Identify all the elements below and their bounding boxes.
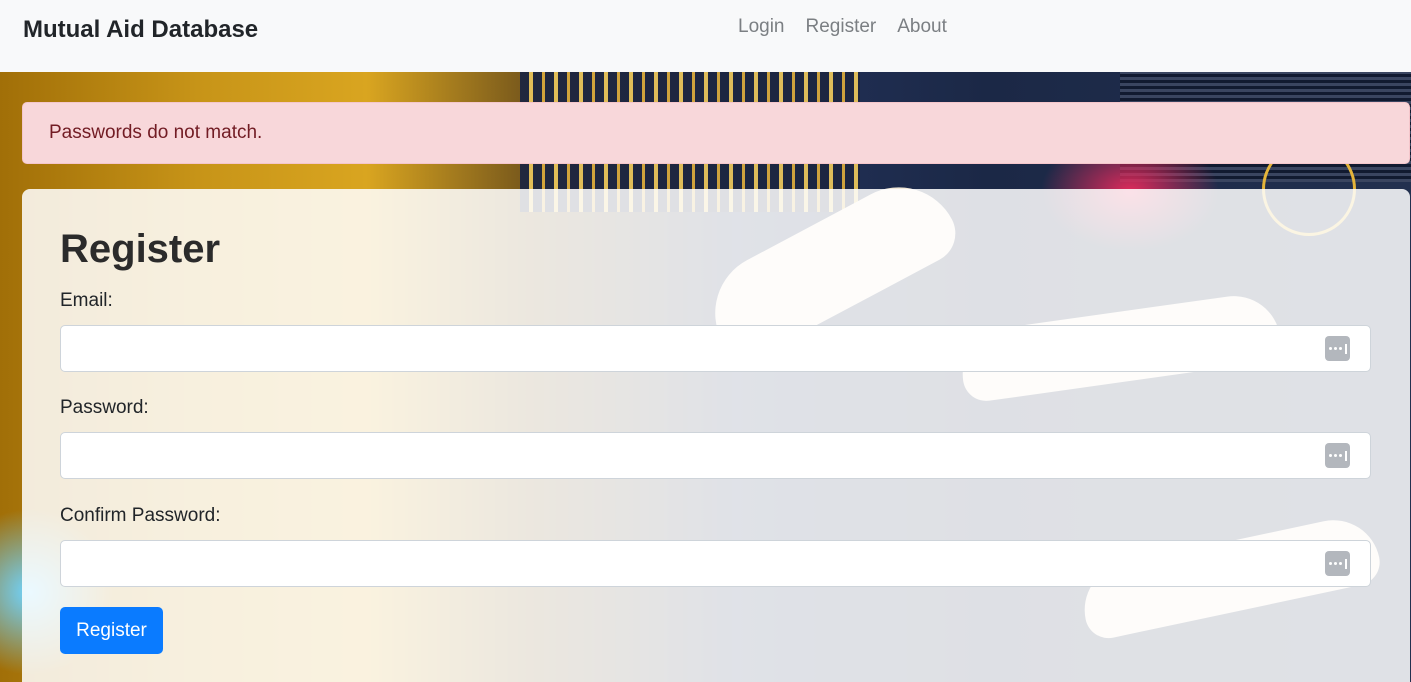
password-field[interactable] <box>60 432 1371 479</box>
error-alert: Passwords do not match. <box>22 102 1410 164</box>
nav-links: Login Register About <box>738 16 947 38</box>
top-navbar: Mutual Aid Database Login Register About <box>0 0 1411 72</box>
error-alert-message: Passwords do not match. <box>49 122 263 143</box>
email-field[interactable] <box>60 325 1371 372</box>
brand-link[interactable]: Mutual Aid Database <box>23 16 258 44</box>
nav-link-about[interactable]: About <box>897 16 947 38</box>
confirm-password-field[interactable] <box>60 540 1371 587</box>
password-manager-icon[interactable] <box>1325 551 1350 576</box>
password-manager-icon[interactable] <box>1325 443 1350 468</box>
email-label: Email: <box>60 290 113 311</box>
register-card: Register Email: Password: Confirm Passwo… <box>22 189 1410 682</box>
page-title: Register <box>60 227 221 271</box>
nav-link-register[interactable]: Register <box>806 16 877 38</box>
register-button[interactable]: Register <box>60 607 163 654</box>
nav-link-login[interactable]: Login <box>738 16 785 38</box>
password-manager-icon[interactable] <box>1325 336 1350 361</box>
password-label: Password: <box>60 397 149 418</box>
confirm-password-label: Confirm Password: <box>60 505 221 526</box>
